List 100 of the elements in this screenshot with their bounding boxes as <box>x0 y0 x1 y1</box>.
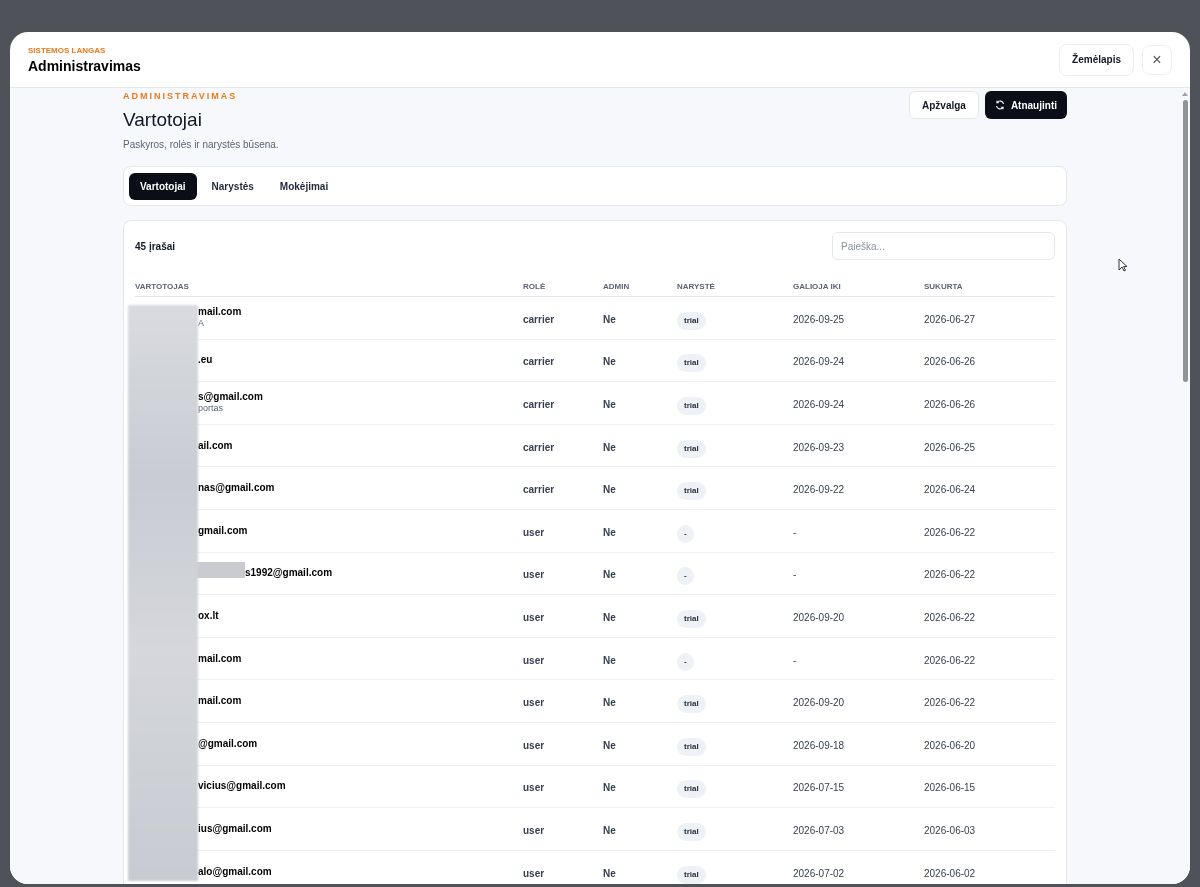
role-cell: carrier <box>523 484 555 496</box>
user-email: ox.lt <box>198 609 220 622</box>
admin-cell: Ne <box>603 824 616 836</box>
admin-cell: Ne <box>603 654 616 666</box>
search-field[interactable]: Paieška... <box>832 232 1055 260</box>
membership-badge: trial <box>677 737 706 756</box>
membership-badge: trial <box>677 397 706 415</box>
date-cell: 2026-06-22 <box>924 526 976 538</box>
membership-badge: - <box>677 652 694 671</box>
membership-badge: trial <box>677 311 706 330</box>
user-email: mail.com <box>198 652 243 665</box>
date-cell: 2026-06-22 <box>924 569 976 581</box>
scrollbar[interactable] <box>1182 92 1188 382</box>
column-header: NARYSTĖ <box>677 281 715 291</box>
date-cell: 2026-06-22 <box>924 654 976 666</box>
admin-cell: Ne <box>603 356 616 368</box>
user-email: vicius@gmail.com <box>198 780 287 793</box>
role-cell: user <box>523 569 545 581</box>
membership-badge: - <box>677 567 694 586</box>
overview-button[interactable]: Apžvalga <box>909 91 979 119</box>
date-cell: 2026-06-02 <box>924 867 976 879</box>
admin-cell: Ne <box>603 484 616 496</box>
date-cell: 2026-06-03 <box>924 824 976 836</box>
column-header: ROLĖ <box>523 281 546 291</box>
date-cell: 2026-06-26 <box>924 399 976 410</box>
date-cell: 2026-09-24 <box>793 356 845 368</box>
membership-badge: trial <box>677 439 706 458</box>
refresh-icon <box>994 100 1005 110</box>
date-cell: 2026-09-23 <box>793 441 845 453</box>
date-cell: 2026-09-20 <box>793 611 845 623</box>
user-note: A <box>198 318 205 330</box>
tab[interactable]: Narystės <box>200 172 265 200</box>
user-note: portas <box>198 403 224 415</box>
date-cell: 2026-09-24 <box>793 399 845 410</box>
date-cell: 2026-07-15 <box>793 782 845 794</box>
date-cell: 2026-07-02 <box>793 867 845 879</box>
date-cell: 2026-09-22 <box>793 484 845 496</box>
membership-badge: trial <box>677 780 706 799</box>
date-cell: 2026-09-25 <box>793 313 845 325</box>
membership-badge: - <box>677 524 694 543</box>
admin-cell: Ne <box>603 569 616 581</box>
membership-badge: trial <box>677 354 706 373</box>
column-header: VARTOTOJAS <box>135 281 189 291</box>
date-cell: 2026-06-24 <box>924 484 976 496</box>
admin-cell: Ne <box>603 739 616 751</box>
close-button[interactable]: × <box>1142 44 1172 75</box>
date-cell: - <box>793 569 797 581</box>
membership-badge: trial <box>677 609 706 628</box>
admin-cell: Ne <box>603 399 616 410</box>
role-cell: user <box>523 782 545 794</box>
user-email: s1992@gmail.com <box>245 567 334 580</box>
role-cell: user <box>523 739 545 751</box>
date-cell: 2026-09-18 <box>793 739 845 751</box>
user-email: ail.com <box>198 439 234 452</box>
membership-badge: trial <box>677 482 706 501</box>
mouse-pointer-icon <box>1118 258 1128 272</box>
user-email: s@gmail.com <box>198 391 264 404</box>
role-cell: user <box>523 697 545 709</box>
membership-badge: trial <box>677 695 706 714</box>
user-email: mail.com <box>198 695 243 708</box>
column-header: ADMIN <box>603 281 630 291</box>
user-email: .eu <box>198 354 214 367</box>
role-cell: user <box>523 654 545 666</box>
tab[interactable]: Mokėjimai <box>268 172 340 200</box>
user-email: nas@gmail.com <box>198 482 276 495</box>
column-header: GALIOJA IKI <box>793 281 841 291</box>
date-cell: 2026-06-27 <box>924 313 976 325</box>
admin-cell: Ne <box>603 867 616 879</box>
date-cell: 2026-06-22 <box>924 611 976 623</box>
column-header: SUKURTA <box>924 281 963 291</box>
page-subtitle: Paskyros, rolės ir narystės būsena. <box>123 138 279 152</box>
admin-cell: Ne <box>603 782 616 794</box>
date-cell: 2026-09-20 <box>793 697 845 709</box>
date-cell: 2026-06-22 <box>924 697 976 709</box>
user-email: gmail.com <box>198 524 249 537</box>
date-cell: - <box>793 654 797 666</box>
modal-eyebrow: SISTEMOS LANGAS <box>28 46 107 55</box>
membership-badge: trial <box>677 865 706 884</box>
role-cell: carrier <box>523 356 555 368</box>
user-email: alo@gmail.com <box>198 865 273 878</box>
page-title: Vartotojai <box>123 107 203 132</box>
map-button[interactable]: Žemėlapis <box>1059 43 1134 76</box>
date-cell: - <box>793 526 797 538</box>
admin-cell: Ne <box>603 526 616 538</box>
date-cell: 2026-06-26 <box>924 356 976 368</box>
admin-cell: Ne <box>603 313 616 325</box>
refresh-button[interactable]: Atnaujinti <box>984 91 1067 119</box>
record-count: 45 įrašai <box>135 239 176 254</box>
role-cell: user <box>523 611 545 623</box>
role-cell: user <box>523 526 545 538</box>
role-cell: carrier <box>523 441 555 453</box>
page-eyebrow: ADMINISTRAVIMAS <box>123 90 239 103</box>
role-cell: carrier <box>523 313 555 325</box>
date-cell: 2026-07-03 <box>793 824 845 836</box>
tab[interactable]: Vartotojai <box>129 172 197 200</box>
role-cell: user <box>523 824 545 836</box>
user-email: ius@gmail.com <box>198 822 273 835</box>
admin-cell: Ne <box>603 441 616 453</box>
date-cell: 2026-06-20 <box>924 739 976 751</box>
date-cell: 2026-06-25 <box>924 441 976 453</box>
